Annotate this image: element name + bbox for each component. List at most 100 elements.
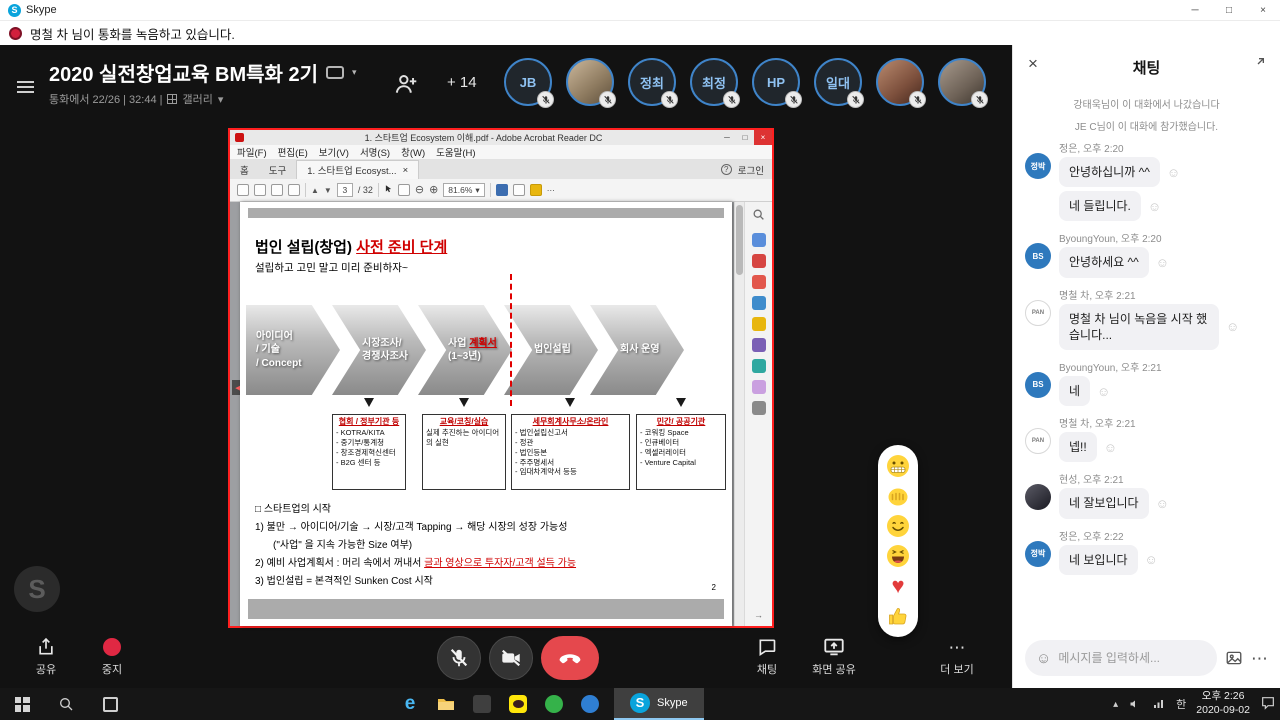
thumbsup-emoji[interactable] bbox=[886, 604, 910, 628]
chat-avatar[interactable]: 정박 bbox=[1025, 540, 1051, 567]
participant-avatar[interactable] bbox=[876, 58, 926, 108]
react-smiley-icon[interactable]: ☺ bbox=[1226, 319, 1239, 334]
export-pdf-icon[interactable] bbox=[751, 233, 766, 247]
start-button[interactable] bbox=[0, 688, 44, 720]
hand-tool-icon[interactable] bbox=[397, 184, 410, 196]
tray-expand-icon[interactable]: ▴ bbox=[1113, 699, 1118, 710]
gallery-grid-icon[interactable] bbox=[167, 94, 178, 104]
grimace-emoji[interactable] bbox=[886, 454, 910, 478]
help-icon[interactable]: ? bbox=[720, 164, 732, 175]
taskbar-skype-button[interactable]: S Skype bbox=[614, 688, 704, 720]
page-down-icon[interactable]: ▼ bbox=[324, 186, 332, 195]
participant-avatar[interactable]: HP bbox=[752, 58, 802, 108]
menu-window[interactable]: 창(W) bbox=[401, 145, 425, 159]
menu-sign[interactable]: 서명(S) bbox=[360, 145, 390, 159]
chat-avatar[interactable]: 정박 bbox=[1025, 153, 1051, 179]
fill-sign-icon[interactable] bbox=[751, 338, 766, 352]
edit-pdf-icon[interactable] bbox=[751, 275, 766, 289]
chat-toggle-button[interactable]: 채팅 bbox=[741, 636, 793, 677]
taskbar-edge-button[interactable]: e bbox=[392, 688, 428, 720]
stop-recording-button[interactable]: 중지 bbox=[90, 636, 134, 677]
acrobat-titlebar[interactable]: 1. 스타트업 Ecosystem 이해.pdf - Adobe Acrobat… bbox=[230, 130, 772, 145]
taskbar-explorer-button[interactable] bbox=[428, 688, 464, 720]
message-options-icon[interactable]: ⋯ bbox=[1251, 650, 1268, 667]
zoom-tool-icon[interactable] bbox=[752, 208, 765, 226]
acrobat-minimize-button[interactable]: ─ bbox=[718, 130, 736, 145]
participant-avatar[interactable]: 정최 bbox=[628, 58, 678, 108]
combine-files-icon[interactable] bbox=[751, 296, 766, 310]
fist-emoji[interactable] bbox=[886, 484, 910, 508]
page-number-input[interactable]: 3 bbox=[336, 183, 353, 197]
tab-home[interactable]: 홈 bbox=[230, 160, 259, 179]
zoom-level-select[interactable]: 81.6% ▾ bbox=[443, 183, 485, 197]
chat-avatar[interactable]: BS bbox=[1025, 243, 1051, 270]
participant-avatar[interactable] bbox=[938, 58, 988, 108]
share-button[interactable]: 공유 bbox=[22, 636, 70, 677]
taskbar-clock[interactable]: 오후 2:26 2020-09-02 bbox=[1196, 690, 1250, 717]
camera-off-button[interactable] bbox=[489, 636, 533, 680]
screen-share-button[interactable]: 화면 공유 bbox=[799, 636, 869, 677]
add-participant-icon[interactable] bbox=[393, 71, 419, 102]
mail-icon[interactable] bbox=[271, 184, 283, 196]
react-smiley-icon[interactable]: ☺ bbox=[1145, 552, 1158, 567]
network-icon[interactable] bbox=[1152, 698, 1166, 710]
close-chat-icon[interactable]: × bbox=[1028, 54, 1038, 74]
more-tools-icon[interactable]: ⋯ bbox=[547, 186, 555, 195]
react-smiley-icon[interactable]: ☺ bbox=[1148, 199, 1161, 214]
smile-emoji[interactable] bbox=[886, 514, 910, 538]
chevron-down-icon[interactable]: ▾ bbox=[352, 67, 357, 78]
stamp-icon[interactable] bbox=[751, 359, 766, 373]
volume-icon[interactable] bbox=[1128, 698, 1142, 710]
participant-avatar[interactable]: 일대 bbox=[814, 58, 864, 108]
chat-avatar[interactable]: BS bbox=[1025, 371, 1051, 398]
action-center-icon[interactable] bbox=[1260, 695, 1276, 714]
taskbar-search-button[interactable] bbox=[44, 688, 88, 720]
chevron-down-icon[interactable]: ▾ bbox=[218, 93, 224, 106]
search-icon[interactable] bbox=[288, 184, 300, 196]
participant-avatar[interactable] bbox=[566, 58, 616, 108]
taskbar-band-button[interactable] bbox=[536, 688, 572, 720]
react-smiley-icon[interactable]: ☺ bbox=[1104, 440, 1117, 455]
minimize-button[interactable]: ─ bbox=[1178, 0, 1212, 20]
print-icon[interactable] bbox=[254, 184, 266, 196]
hamburger-menu-icon[interactable] bbox=[17, 78, 34, 96]
comment-tool-icon[interactable] bbox=[751, 317, 766, 331]
tab-document[interactable]: 1. 스타트업 Ecosyst... × bbox=[296, 160, 420, 179]
view-switch-icon[interactable] bbox=[326, 66, 344, 79]
react-smiley-icon[interactable]: ☺ bbox=[1097, 384, 1110, 399]
react-smiley-icon[interactable]: ☺ bbox=[1156, 255, 1169, 270]
tab-tools[interactable]: 도구 bbox=[259, 160, 296, 179]
close-button[interactable]: × bbox=[1246, 0, 1280, 20]
taskbar-app2-button[interactable] bbox=[572, 688, 608, 720]
task-view-button[interactable] bbox=[88, 688, 132, 720]
page-fit-icon[interactable] bbox=[495, 184, 508, 196]
acrobat-close-button[interactable]: × bbox=[754, 130, 772, 145]
taskbar-app-button[interactable] bbox=[464, 688, 500, 720]
collapse-panel-icon[interactable]: → bbox=[754, 610, 763, 620]
chat-message-input[interactable] bbox=[1058, 651, 1206, 665]
laugh-emoji[interactable] bbox=[886, 544, 910, 568]
chat-avatar[interactable]: PAN bbox=[1025, 428, 1051, 455]
participant-avatar[interactable]: JB bbox=[504, 58, 554, 108]
menu-edit[interactable]: 편집(E) bbox=[278, 145, 308, 159]
language-indicator[interactable]: 한 bbox=[1176, 696, 1186, 712]
taskbar-kakaotalk-button[interactable] bbox=[500, 688, 536, 720]
chat-avatar[interactable]: PAN bbox=[1025, 299, 1051, 326]
overflow-participants-count[interactable]: + 14 bbox=[447, 74, 477, 91]
heart-emoji[interactable]: ♥ bbox=[886, 574, 910, 598]
microphone-muted-button[interactable] bbox=[437, 636, 481, 680]
react-smiley-icon[interactable]: ☺ bbox=[1156, 496, 1169, 511]
chat-message-list[interactable]: 강태욱님이 이 대화에서 나갔습니다 JE C님이 이 대화에 참가했습니다. … bbox=[1013, 89, 1280, 636]
page-view-icon[interactable] bbox=[512, 184, 525, 196]
participant-avatar[interactable]: 최정 bbox=[690, 58, 740, 108]
more-options-button[interactable]: ⋯ 더 보기 bbox=[930, 636, 984, 677]
react-smiley-icon[interactable]: ☺ bbox=[1167, 165, 1180, 180]
chat-avatar[interactable] bbox=[1025, 484, 1051, 511]
tab-close-icon[interactable]: × bbox=[403, 165, 409, 176]
save-icon[interactable] bbox=[237, 184, 249, 196]
pdf-scrollbar[interactable] bbox=[734, 202, 744, 626]
zoom-in-icon[interactable]: ⊕ bbox=[429, 184, 438, 196]
send-signature-icon[interactable] bbox=[751, 380, 766, 394]
message-input-pill[interactable]: ☺ bbox=[1025, 640, 1217, 676]
hangup-button[interactable] bbox=[541, 636, 599, 680]
